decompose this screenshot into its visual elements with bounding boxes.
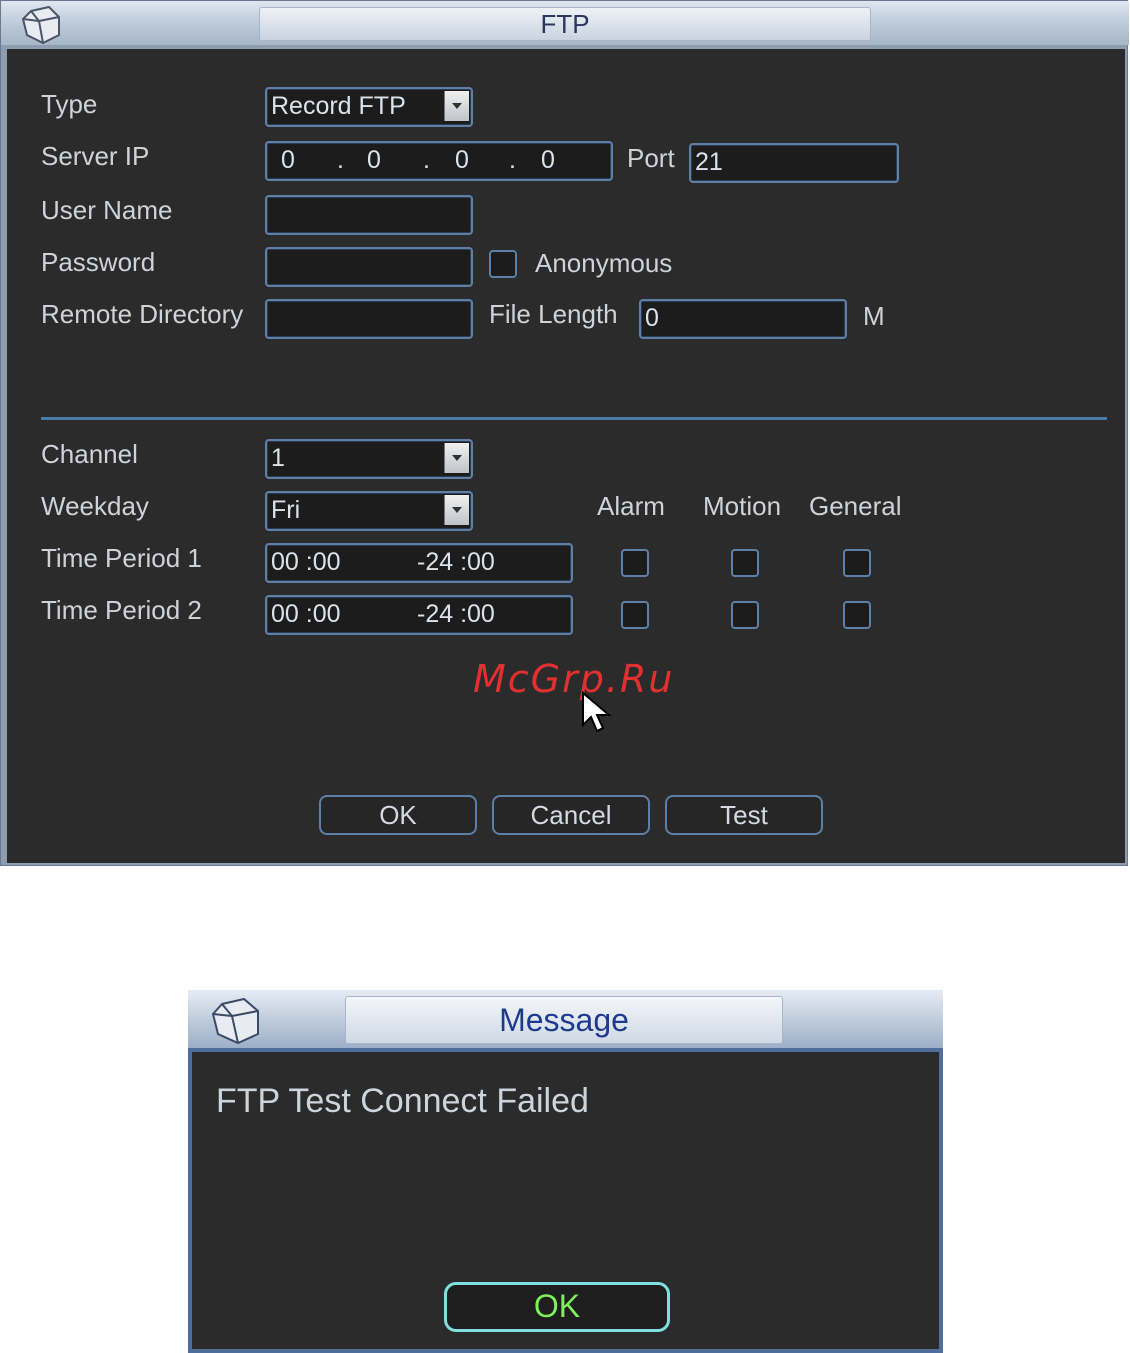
file-length-unit: M [863, 301, 885, 331]
period-1-general-checkbox[interactable] [843, 549, 871, 577]
watermark: McGrp.Ru [473, 657, 675, 701]
mouse-pointer-icon [582, 691, 612, 733]
period-2-start[interactable]: 00 :00 [271, 597, 341, 631]
channel-label: Channel [41, 439, 138, 469]
general-column-label: General [809, 491, 902, 521]
file-length-field[interactable]: 0 [639, 299, 847, 339]
anonymous-checkbox[interactable] [489, 250, 517, 278]
message-ok-button[interactable]: OK [444, 1282, 670, 1332]
time-period-1-label: Time Period 1 [41, 543, 202, 573]
ip-dot-2: . [423, 146, 430, 174]
ip-dot-1: . [337, 146, 344, 174]
time-period-2-label: Time Period 2 [41, 595, 202, 625]
cancel-button[interactable]: Cancel [492, 795, 650, 835]
ip-octet-4[interactable]: 0 [541, 143, 555, 177]
message-text: FTP Test Connect Failed [216, 1082, 589, 1120]
remote-directory-label: Remote Directory [41, 299, 244, 329]
period-2-general-checkbox[interactable] [843, 601, 871, 629]
server-ip-label: Server IP [41, 141, 150, 171]
period-2-alarm-checkbox[interactable] [621, 601, 649, 629]
ip-octet-1[interactable]: 0 [281, 143, 295, 177]
period-1-alarm-checkbox[interactable] [621, 549, 649, 577]
server-ip-field[interactable]: 0 . 0 . 0 . 0 [265, 141, 613, 181]
alarm-column-label: Alarm [597, 491, 665, 521]
file-length-label: File Length [489, 299, 618, 329]
user-name-field[interactable] [265, 195, 473, 235]
channel-value: 1 [271, 444, 285, 472]
ftp-window: FTP Type Record FTP Server IP 0 . 0 . 0 … [0, 0, 1129, 866]
password-field[interactable] [265, 247, 473, 287]
motion-column-label: Motion [703, 491, 782, 521]
remote-directory-field[interactable] [265, 299, 473, 339]
period-2-end[interactable]: -24 :00 [417, 597, 495, 631]
password-label: Password [41, 247, 156, 277]
user-name-label: User Name [41, 195, 173, 225]
port-field[interactable]: 21 [689, 143, 899, 183]
message-panel: FTP Test Connect Failed OK [192, 1052, 939, 1349]
channel-select[interactable]: 1 [265, 439, 473, 479]
message-dialog: Message FTP Test Connect Failed OK [188, 990, 943, 1353]
ftp-titlebar: FTP [1, 1, 1129, 45]
ip-dot-3: . [509, 146, 516, 174]
anonymous-label: Anonymous [535, 248, 673, 278]
time-period-2-field[interactable]: 00 :00 -24 :00 [265, 595, 573, 635]
type-select[interactable]: Record FTP [265, 87, 473, 127]
chevron-down-icon[interactable] [444, 495, 469, 525]
weekday-label: Weekday [41, 491, 149, 521]
weekday-value: Fri [271, 496, 301, 524]
period-2-motion-checkbox[interactable] [731, 601, 759, 629]
ip-octet-2[interactable]: 0 [367, 143, 381, 177]
ip-octet-3[interactable]: 0 [455, 143, 469, 177]
period-1-start[interactable]: 00 :00 [271, 545, 341, 579]
type-label: Type [41, 89, 98, 119]
port-label: Port [627, 143, 675, 173]
cube-icon [21, 5, 60, 45]
period-1-motion-checkbox[interactable] [731, 549, 759, 577]
time-period-1-field[interactable]: 00 :00 -24 :00 [265, 543, 573, 583]
section-divider [41, 417, 1107, 420]
weekday-select[interactable]: Fri [265, 491, 473, 531]
message-titlebar: Message [188, 990, 943, 1048]
test-button[interactable]: Test [665, 795, 823, 835]
chevron-down-icon[interactable] [444, 91, 469, 121]
window-title: FTP [259, 7, 871, 41]
chevron-down-icon[interactable] [444, 443, 469, 473]
cube-icon [211, 997, 259, 1045]
type-value: Record FTP [271, 92, 406, 120]
period-1-end[interactable]: -24 :00 [417, 545, 495, 579]
message-title: Message [345, 996, 783, 1044]
ok-button[interactable]: OK [319, 795, 477, 835]
